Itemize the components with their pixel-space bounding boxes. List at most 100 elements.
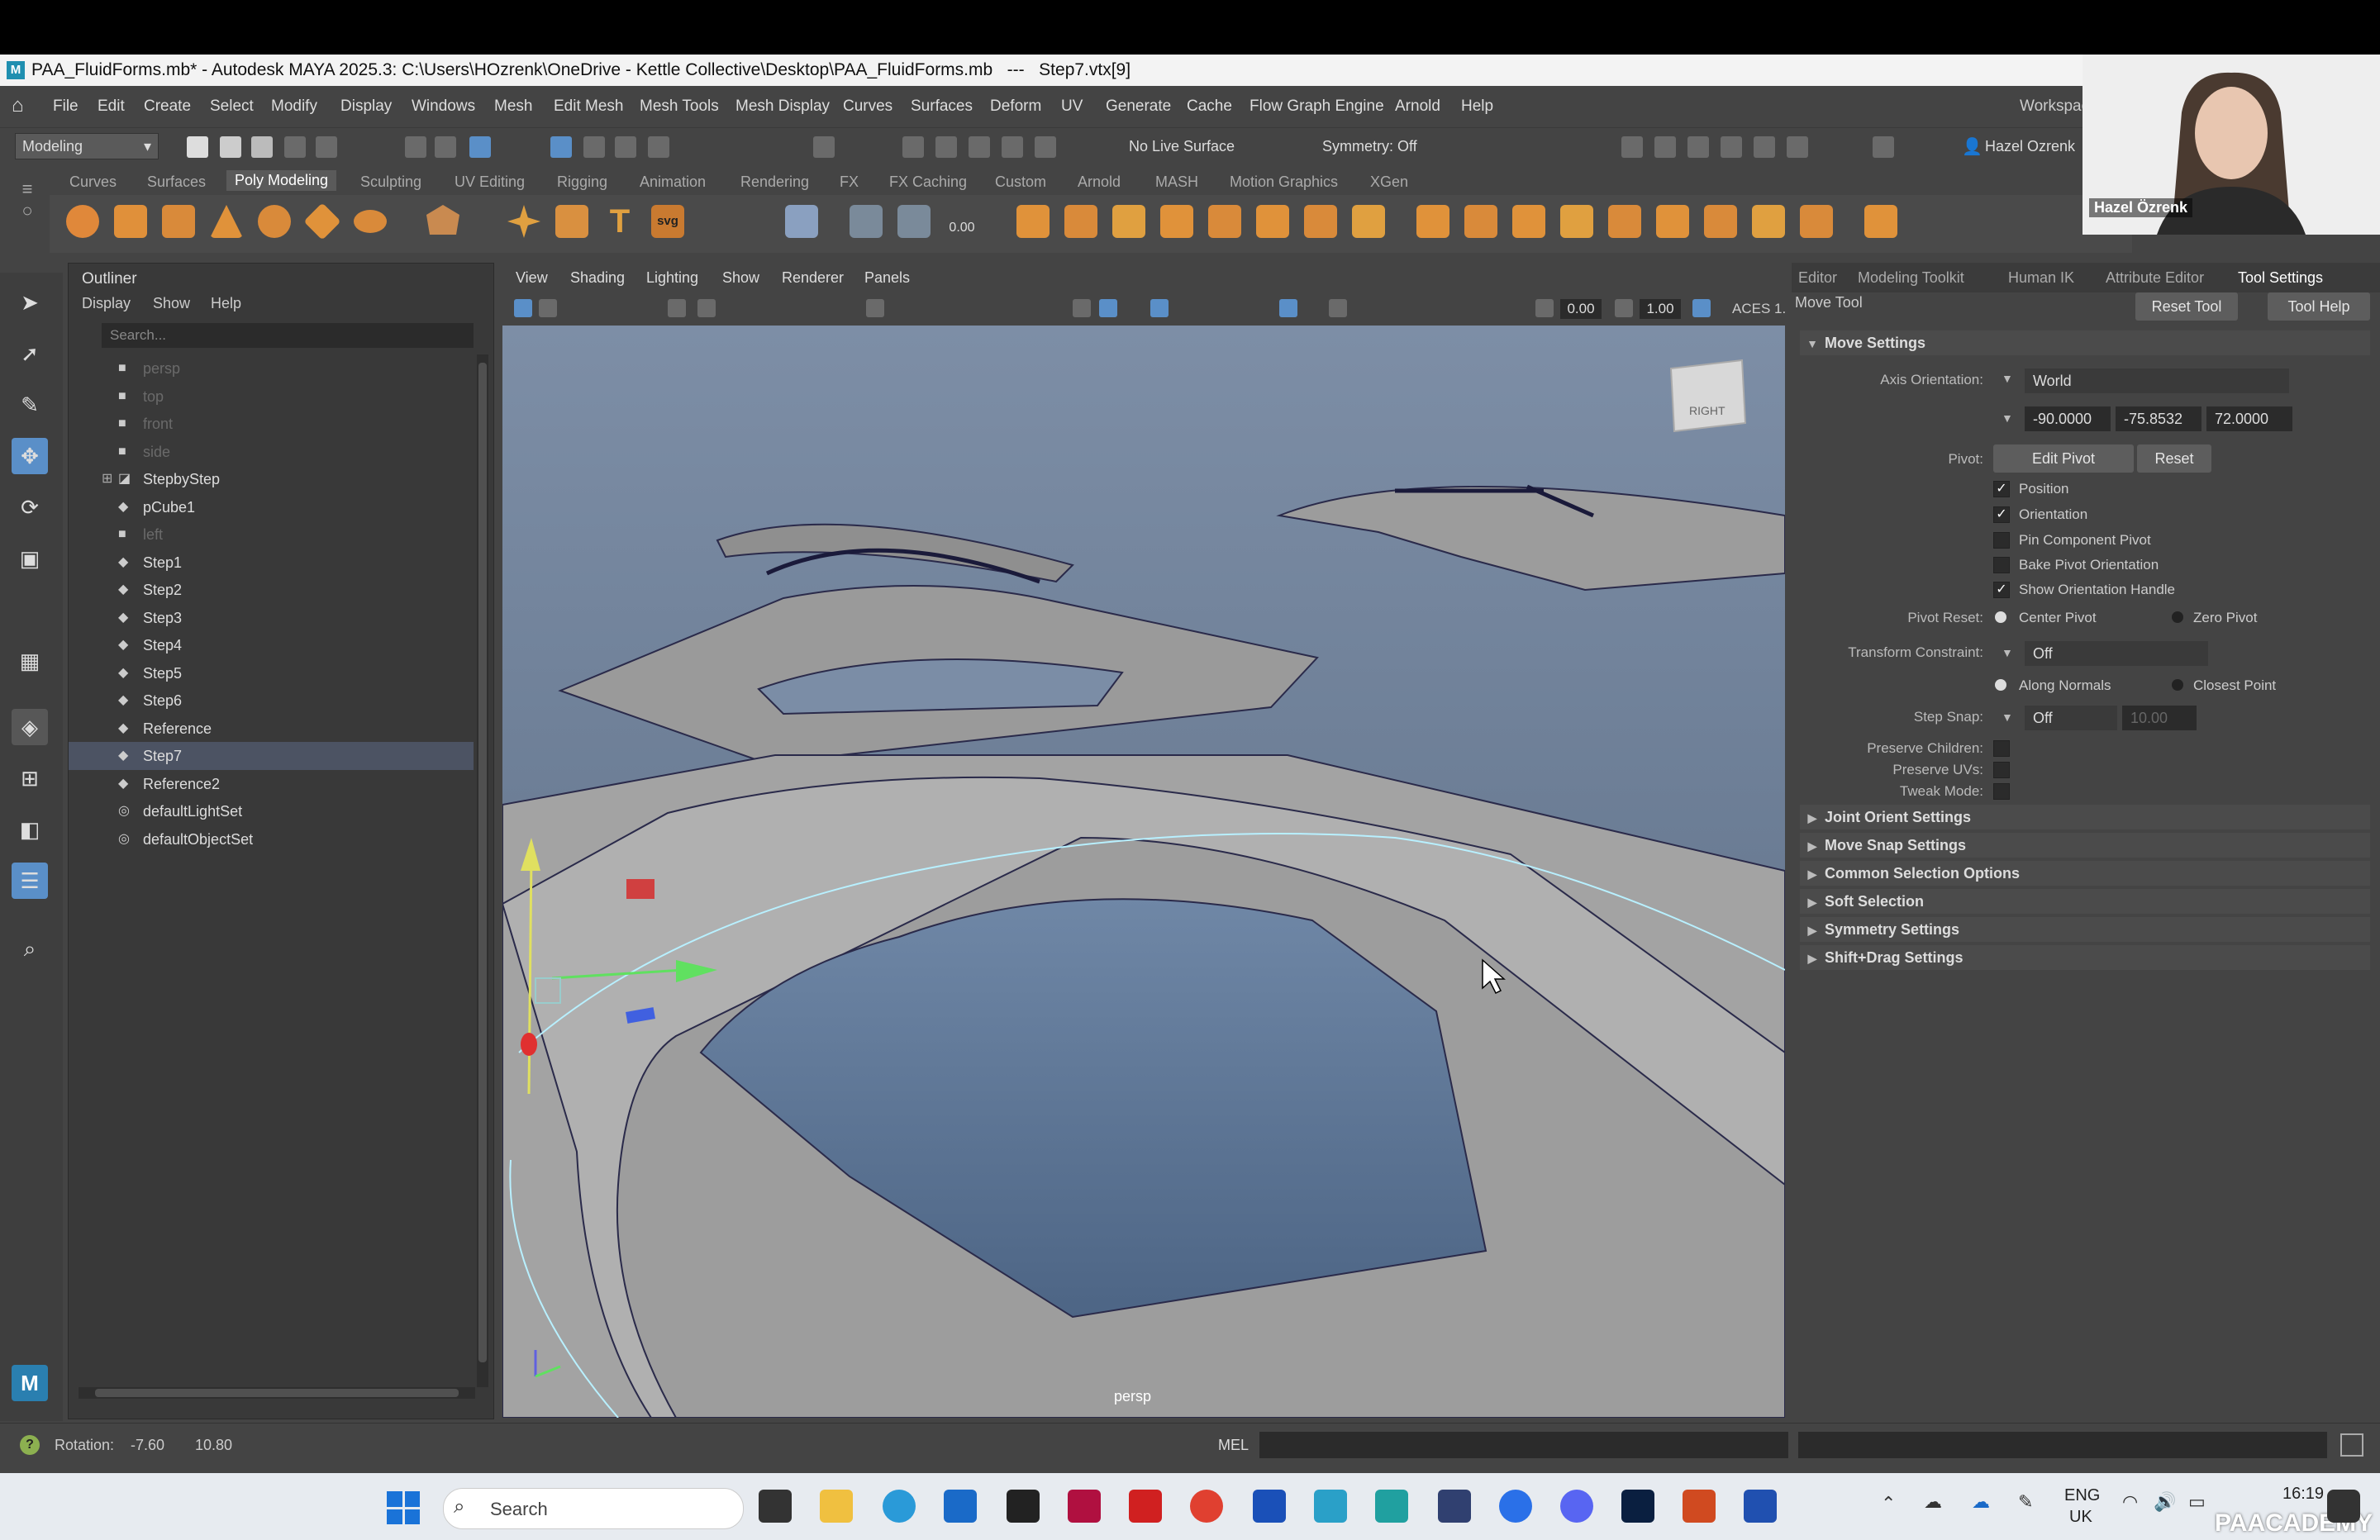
- poly-cone-icon[interactable]: [210, 205, 243, 238]
- poly-cylinder-icon[interactable]: [162, 205, 195, 238]
- smooth-value-icon[interactable]: 0.00: [945, 205, 978, 238]
- move-tool-icon[interactable]: ✥: [12, 438, 48, 474]
- select-camera-icon[interactable]: [514, 299, 532, 317]
- section-symmetry-settings[interactable]: ▶ Symmetry Settings: [1800, 917, 2370, 942]
- colorspace-label[interactable]: ACES 1.: [1732, 301, 1786, 317]
- chevron-down-icon[interactable]: ▼: [2002, 711, 2013, 724]
- snap-grid-icon[interactable]: [902, 136, 924, 158]
- pen-icon[interactable]: ✎: [2018, 1491, 2033, 1513]
- viewport-scene[interactable]: RIGHT: [502, 326, 1785, 1418]
- shelf-tab-mash[interactable]: MASH: [1155, 173, 1198, 191]
- vp-menu-shading[interactable]: Shading: [570, 269, 625, 287]
- shelf-tab-xgen[interactable]: XGen: [1370, 173, 1408, 191]
- chevron-down-icon[interactable]: ▼: [2002, 646, 2013, 659]
- outliner-item-step3[interactable]: ◆ Step3: [69, 604, 474, 632]
- manipulator-rotate-handle[interactable]: [626, 879, 654, 899]
- windows-start-icon[interactable]: [387, 1491, 420, 1524]
- tab-human-ik[interactable]: Human IK: [2008, 269, 2074, 287]
- scrollbar-thumb[interactable]: [478, 363, 487, 1362]
- manipulator-z-handle[interactable]: [521, 1033, 537, 1056]
- outliner-search-input[interactable]: Search...: [102, 323, 474, 348]
- menu-select[interactable]: Select: [210, 97, 254, 116]
- snap-curve-icon[interactable]: [935, 136, 957, 158]
- show-orientation-handle-checkbox[interactable]: ✓: [1993, 582, 2010, 598]
- color-management-icon[interactable]: [1692, 299, 1711, 317]
- image-plane-icon[interactable]: [697, 299, 716, 317]
- photoshop-icon[interactable]: [1621, 1490, 1654, 1523]
- tool-help-button[interactable]: Tool Help: [2268, 292, 2370, 321]
- section-common-selection-options[interactable]: ▶ Common Selection Options: [1800, 861, 2370, 886]
- 3dsmax-icon[interactable]: [1375, 1490, 1408, 1523]
- menu-edit-mesh[interactable]: Edit Mesh: [554, 97, 623, 116]
- menu-generate[interactable]: Generate: [1106, 97, 1171, 116]
- menu-surfaces[interactable]: Surfaces: [911, 97, 973, 116]
- merge-icon[interactable]: [1256, 205, 1289, 238]
- insert-edge-loop-icon[interactable]: [1464, 205, 1497, 238]
- outliner-item-step4[interactable]: ◆ Step4: [69, 631, 474, 659]
- chevron-down-icon[interactable]: ▼: [2002, 372, 2013, 385]
- menu-flow-graph-engine[interactable]: Flow Graph Engine: [1250, 97, 1384, 116]
- single-view-icon[interactable]: ▦: [12, 643, 48, 679]
- discord-icon[interactable]: [1560, 1490, 1593, 1523]
- revit-icon[interactable]: [1253, 1490, 1286, 1523]
- section-move-settings[interactable]: ▼ Move Settings: [1800, 330, 2370, 355]
- maya-home-icon[interactable]: M: [12, 1365, 48, 1401]
- closest-point-radio[interactable]: [2172, 679, 2183, 691]
- section-joint-orient-settings[interactable]: ▶ Joint Orient Settings: [1800, 805, 2370, 829]
- render-settings-icon[interactable]: [1721, 136, 1742, 158]
- battery-icon[interactable]: ▭: [2188, 1491, 2206, 1513]
- menu-cache[interactable]: Cache: [1187, 97, 1232, 116]
- bevel-icon[interactable]: [1112, 205, 1145, 238]
- shelf-tab-curves[interactable]: Curves: [69, 173, 117, 191]
- orientation-y-field[interactable]: -75.8532: [2116, 406, 2202, 431]
- exposure-field[interactable]: 0.00: [1560, 299, 1602, 319]
- task-view-icon[interactable]: [759, 1490, 792, 1523]
- shelf-collapse-icon[interactable]: ≡ ○: [15, 178, 40, 245]
- grid-icon[interactable]: [866, 299, 884, 317]
- poly-torus-icon[interactable]: [258, 205, 291, 238]
- vp-menu-show[interactable]: Show: [722, 269, 759, 287]
- select-vertex-icon[interactable]: [550, 136, 572, 158]
- menu-mesh-display[interactable]: Mesh Display: [735, 97, 830, 116]
- select-face-icon[interactable]: [615, 136, 636, 158]
- sculpt-icon[interactable]: [1864, 205, 1897, 238]
- orientation-z-field[interactable]: 72.0000: [2206, 406, 2292, 431]
- lasso-tool-icon[interactable]: ➚: [12, 335, 48, 372]
- chrome-icon[interactable]: [1190, 1490, 1223, 1523]
- acrobat-icon[interactable]: [1129, 1490, 1162, 1523]
- four-view-icon[interactable]: ⊞: [12, 760, 48, 796]
- two-view-icon[interactable]: ◧: [12, 811, 48, 848]
- taskbar-search-box[interactable]: ⌕ Search: [443, 1488, 744, 1529]
- wifi-icon[interactable]: ◠: [2122, 1491, 2138, 1513]
- word-icon[interactable]: [1744, 1490, 1777, 1523]
- reset-tool-button[interactable]: Reset Tool: [2135, 292, 2238, 321]
- sweep-mesh-icon[interactable]: [555, 205, 588, 238]
- transform-constraint-dropdown[interactable]: Off: [2025, 641, 2208, 666]
- tweak-mode-checkbox[interactable]: [1993, 783, 2010, 800]
- wedge-icon[interactable]: [1656, 205, 1689, 238]
- booleans-icon[interactable]: [785, 205, 818, 238]
- zero-pivot-radio[interactable]: [2172, 611, 2183, 623]
- live-surface-label[interactable]: No Live Surface: [1129, 138, 1235, 155]
- gamma-field[interactable]: 1.00: [1640, 299, 1681, 319]
- shelf-tab-sculpting[interactable]: Sculpting: [360, 173, 421, 191]
- select-object-icon[interactable]: [435, 136, 456, 158]
- indesign-icon[interactable]: [1068, 1490, 1101, 1523]
- zoom-icon[interactable]: [1499, 1490, 1532, 1523]
- poly-sphere-icon[interactable]: [66, 205, 99, 238]
- combine-icon[interactable]: [850, 205, 883, 238]
- shelf-tab-poly-modeling[interactable]: Poly Modeling: [226, 170, 337, 191]
- outliner-horizontal-scrollbar[interactable]: [79, 1387, 475, 1399]
- wireframe-on-shaded-icon[interactable]: [1150, 299, 1169, 317]
- outliner-item-step2[interactable]: ◆ Step2: [69, 576, 474, 604]
- step-snap-value-field[interactable]: 10.00: [2122, 706, 2197, 730]
- symmetry-label[interactable]: Symmetry: Off: [1322, 138, 1417, 155]
- outliner-item-top[interactable]: ■ top: [69, 383, 474, 411]
- preserve-children-checkbox[interactable]: [1993, 740, 2010, 757]
- maya-taskbar-icon[interactable]: [1314, 1490, 1347, 1523]
- outliner-item-front[interactable]: ■ front: [69, 410, 474, 438]
- section-soft-selection[interactable]: ▶ Soft Selection: [1800, 889, 2370, 914]
- camera-attributes-icon[interactable]: [539, 299, 557, 317]
- script-language-toggle[interactable]: MEL: [1218, 1437, 1249, 1454]
- shelf-tab-fx-caching[interactable]: FX Caching: [889, 173, 967, 191]
